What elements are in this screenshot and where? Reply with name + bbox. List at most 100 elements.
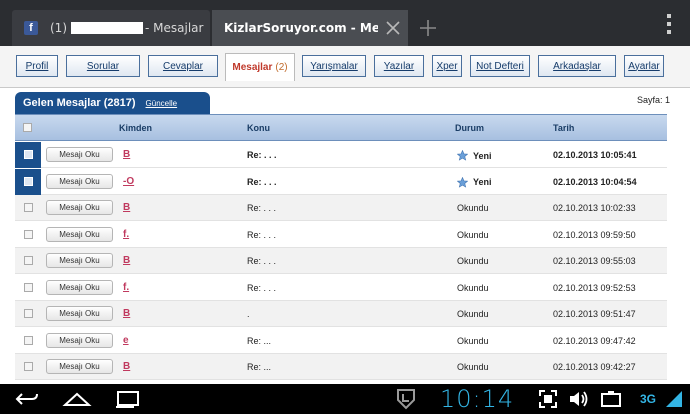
row-checkbox[interactable] [24, 229, 33, 239]
select-all-checkbox[interactable] [23, 123, 32, 132]
message-subject[interactable]: Re: ... [247, 336, 271, 346]
star-icon [457, 176, 468, 188]
tab-title: KizlarSoruyor.com - Me... [224, 21, 378, 35]
column-date[interactable]: Tarih [553, 123, 574, 133]
tab-notification-count: (1) [50, 21, 67, 35]
status-label: Okundu [457, 309, 489, 319]
sender-link[interactable]: -O [123, 176, 134, 187]
tab-kizlarsoruyor[interactable]: KizlarSoruyor.com - Me... [212, 10, 408, 46]
new-tab-button[interactable] [412, 12, 444, 44]
message-date: 02.10.2013 09:59:50 [553, 229, 636, 240]
read-message-button[interactable]: Mesajı Oku [46, 279, 113, 295]
column-from[interactable]: Kimden [119, 123, 152, 133]
system-nav-bar: 10:14 3G [0, 384, 690, 414]
message-date: 02.10.2013 09:51:47 [553, 309, 636, 319]
status-label: Okundu [457, 229, 489, 240]
row-checkbox[interactable] [24, 362, 33, 371]
page-indicator: Sayfa: 1 [636, 95, 670, 105]
close-tab-icon[interactable] [378, 13, 408, 43]
sender-link[interactable]: f. [123, 282, 129, 293]
fullscreen-icon[interactable] [538, 389, 558, 409]
read-message-button[interactable]: Mesajı Oku [46, 332, 113, 348]
message-subject[interactable]: Re: . . . [247, 256, 276, 266]
plus-icon [420, 20, 436, 36]
table-row[interactable]: Mesajı Oku B Re: . . . Okundu 02.10.2013 10:… [15, 195, 667, 221]
status-label: Okundu [457, 362, 489, 372]
nav-label: Sorular [86, 60, 120, 72]
nav-cevaplar[interactable]: Cevaplar [148, 55, 218, 77]
nav-xper[interactable]: Xper [432, 55, 462, 77]
read-message-button[interactable]: Mesajı Oku [46, 173, 113, 189]
nav-arkadaslar[interactable]: Arkadaşlar [538, 55, 616, 77]
row-checkbox[interactable] [24, 150, 33, 159]
status-label: Okundu [457, 282, 489, 293]
sender-link[interactable]: B [123, 149, 130, 160]
message-date: 02.10.2013 09:47:42 [553, 335, 636, 346]
column-subject[interactable]: Konu [247, 123, 270, 133]
table-row[interactable]: Mesajı Oku B. Okundu 02.10.2013 09:51:47 [15, 301, 667, 327]
nav-label: Profil [25, 60, 49, 72]
message-date: 02.10.2013 09:52:53 [553, 282, 636, 293]
overflow-menu-icon[interactable] [666, 14, 672, 34]
nav-label: Mesajlar [232, 62, 273, 73]
message-status: Okundu [457, 203, 489, 213]
back-icon[interactable] [14, 389, 40, 409]
row-checkbox[interactable] [24, 203, 33, 212]
table-row[interactable]: Mesajı Oku B Re: . . . Okundu 02.10.2013 09:… [15, 248, 667, 274]
notification-shield-icon[interactable] [396, 388, 416, 410]
read-message-button[interactable]: Mesajı Oku [46, 253, 113, 268]
message-date: 02.10.2013 09:55:03 [553, 256, 636, 266]
site-navigation: Profil Sorular Cevaplar Mesajlar (2) Yarı… [0, 46, 690, 88]
volume-icon[interactable] [568, 389, 590, 409]
nav-not-defteri[interactable]: Not Defteri [470, 55, 530, 77]
nav-yazilar[interactable]: Yazılar [374, 55, 424, 77]
screenshot-icon[interactable] [600, 389, 622, 409]
nav-sorular[interactable]: Sorular [66, 55, 140, 77]
table-row[interactable]: Mesajı Oku -O Re: . . . Yeni 02.10.2013 10:0… [15, 168, 667, 195]
message-subject[interactable]: Re: . . . [247, 230, 276, 240]
row-checkbox[interactable] [24, 335, 33, 345]
status-label: Okundu [457, 335, 489, 346]
nav-label: Ayarlar [628, 60, 660, 72]
table-row[interactable]: Mesajı Oku e Re: ... Okundu 02.10.2013 09:47… [15, 328, 667, 354]
row-checkbox[interactable] [24, 256, 33, 265]
message-subject[interactable]: Re: . . . [247, 177, 277, 187]
read-message-button[interactable]: Mesajı Oku [46, 359, 113, 374]
home-icon[interactable] [62, 389, 92, 409]
sender-link[interactable]: B [123, 361, 130, 372]
message-subject[interactable]: Re: ... [247, 362, 271, 372]
row-checkbox[interactable] [24, 282, 33, 292]
message-subject[interactable]: Re: . . . [247, 203, 276, 213]
message-subject[interactable]: Re: . . . [247, 283, 276, 293]
table-row[interactable]: Mesajı Oku f. Re: . . . Okundu 02.10.2013 09… [15, 222, 667, 248]
nav-profil[interactable]: Profil [16, 55, 58, 77]
message-subject[interactable]: . [247, 309, 250, 319]
nav-yarismalar[interactable]: Yarışmalar [302, 55, 366, 77]
sender-link[interactable]: B [123, 202, 130, 213]
signal-icon [666, 391, 682, 407]
column-status[interactable]: Durum [455, 123, 484, 133]
table-row[interactable]: Mesajı Oku f. Re: . . . Okundu 02.10.2013 09… [15, 275, 667, 301]
status-label: Yeni [473, 150, 492, 161]
read-message-button[interactable]: Mesajı Oku [46, 226, 113, 242]
nav-label: Yazılar [383, 60, 415, 72]
table-row[interactable]: Mesajı Oku B Re: ... Okundu 02.10.2013 09:42… [15, 354, 667, 380]
message-date: 02.10.2013 10:04:54 [553, 176, 637, 187]
tab-title: - Mesajlar [145, 21, 204, 35]
row-checkbox[interactable] [24, 176, 33, 186]
message-subject[interactable]: Re: . . . [247, 150, 277, 160]
sender-link[interactable]: B [123, 255, 130, 266]
nav-ayarlar[interactable]: Ayarlar [624, 55, 664, 77]
recent-apps-icon[interactable] [114, 389, 142, 409]
nav-mesajlar[interactable]: Mesajlar (2) [225, 53, 295, 81]
read-message-button[interactable]: Mesajı Oku [46, 200, 113, 215]
row-checkbox[interactable] [24, 309, 33, 318]
read-message-button[interactable]: Mesajı Oku [46, 306, 113, 321]
sender-link[interactable]: e [123, 335, 129, 346]
sender-link[interactable]: f. [123, 229, 129, 240]
read-message-button[interactable]: Mesajı Oku [46, 147, 113, 162]
sender-link[interactable]: B [123, 308, 130, 319]
refresh-link[interactable]: Güncelle [146, 99, 178, 108]
tab-facebook-messages[interactable]: f (1) - Mesajlar [12, 10, 210, 46]
table-row[interactable]: Mesajı Oku B Re: . . . Yeni 02.10.2013 10:05… [15, 142, 667, 168]
